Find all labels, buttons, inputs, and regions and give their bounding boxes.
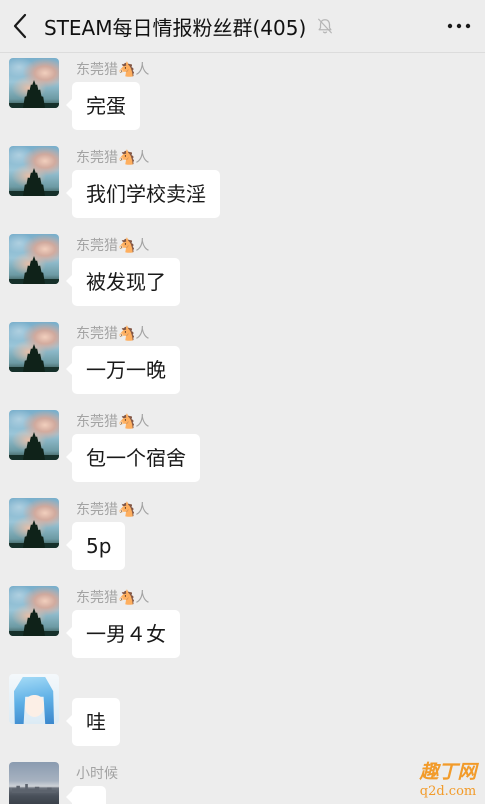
chevron-left-icon (13, 13, 27, 39)
sender-name: 东莞猎🐴人 (76, 326, 150, 342)
message-bubble[interactable]: 被发现了 (66, 258, 180, 306)
message-row: 小时候 (0, 762, 485, 804)
sender-name: 东莞猎🐴人 (76, 62, 150, 78)
message-bubble[interactable]: 一男４女 (66, 610, 180, 658)
message-bubble[interactable]: 完蛋 (66, 82, 140, 130)
sender-name: 东莞猎🐴人 (76, 502, 150, 518)
watermark-logo: 趣丁网 q2d.com (417, 761, 479, 801)
message-row: 东莞猎🐴人 被发现了 (0, 234, 485, 322)
more-button[interactable] (445, 16, 473, 36)
message-list[interactable]: 东莞猎🐴人 完蛋 东莞猎🐴人 我们学校卖淫 东莞猎🐴人 被发现了 东莞猎🐴人 一… (0, 53, 485, 804)
message-row: 东莞猎🐴人 一男４女 (0, 586, 485, 674)
message-bubble[interactable] (66, 786, 106, 804)
more-dots-icon (447, 23, 471, 29)
watermark-domain: q2d.com (419, 784, 477, 799)
avatar[interactable] (9, 762, 59, 804)
back-button[interactable] (10, 13, 30, 39)
chat-title: STEAM每日情报粉丝群(405) (44, 15, 307, 40)
message-row: 东莞猎🐴人 一万一晚 (0, 322, 485, 410)
message-row: 东莞猎🐴人 包一个宿舍 (0, 410, 485, 498)
bell-muted-icon (318, 18, 333, 34)
avatar[interactable] (9, 410, 59, 460)
title-group: STEAM每日情报粉丝群(405) (44, 0, 334, 52)
message-row: 东莞猎🐴人 5p (0, 498, 485, 586)
watermark-name: 趣丁网 (419, 761, 477, 783)
message-bubble[interactable]: 一万一晚 (66, 346, 180, 394)
message-row: 东莞猎🐴人 我们学校卖淫 (0, 146, 485, 234)
sender-name: 东莞猎🐴人 (76, 238, 150, 254)
message-row: 哇 (0, 674, 485, 762)
avatar[interactable] (9, 58, 59, 108)
avatar[interactable] (9, 498, 59, 548)
chat-header: STEAM每日情报粉丝群(405) (0, 0, 485, 53)
avatar[interactable] (9, 322, 59, 372)
message-bubble[interactable]: 我们学校卖淫 (66, 170, 220, 218)
message-bubble[interactable]: 哇 (66, 698, 120, 746)
avatar[interactable] (9, 586, 59, 636)
avatar[interactable] (9, 146, 59, 196)
avatar[interactable] (9, 234, 59, 284)
message-row: 东莞猎🐴人 完蛋 (0, 58, 485, 146)
message-bubble[interactable]: 包一个宿舍 (66, 434, 200, 482)
sender-name: 东莞猎🐴人 (76, 590, 150, 606)
sender-name: 小时候 (76, 766, 118, 782)
message-bubble[interactable]: 5p (65, 522, 126, 570)
avatar[interactable] (9, 674, 59, 724)
sender-name: 东莞猎🐴人 (76, 414, 150, 430)
sender-name: 东莞猎🐴人 (76, 150, 150, 166)
